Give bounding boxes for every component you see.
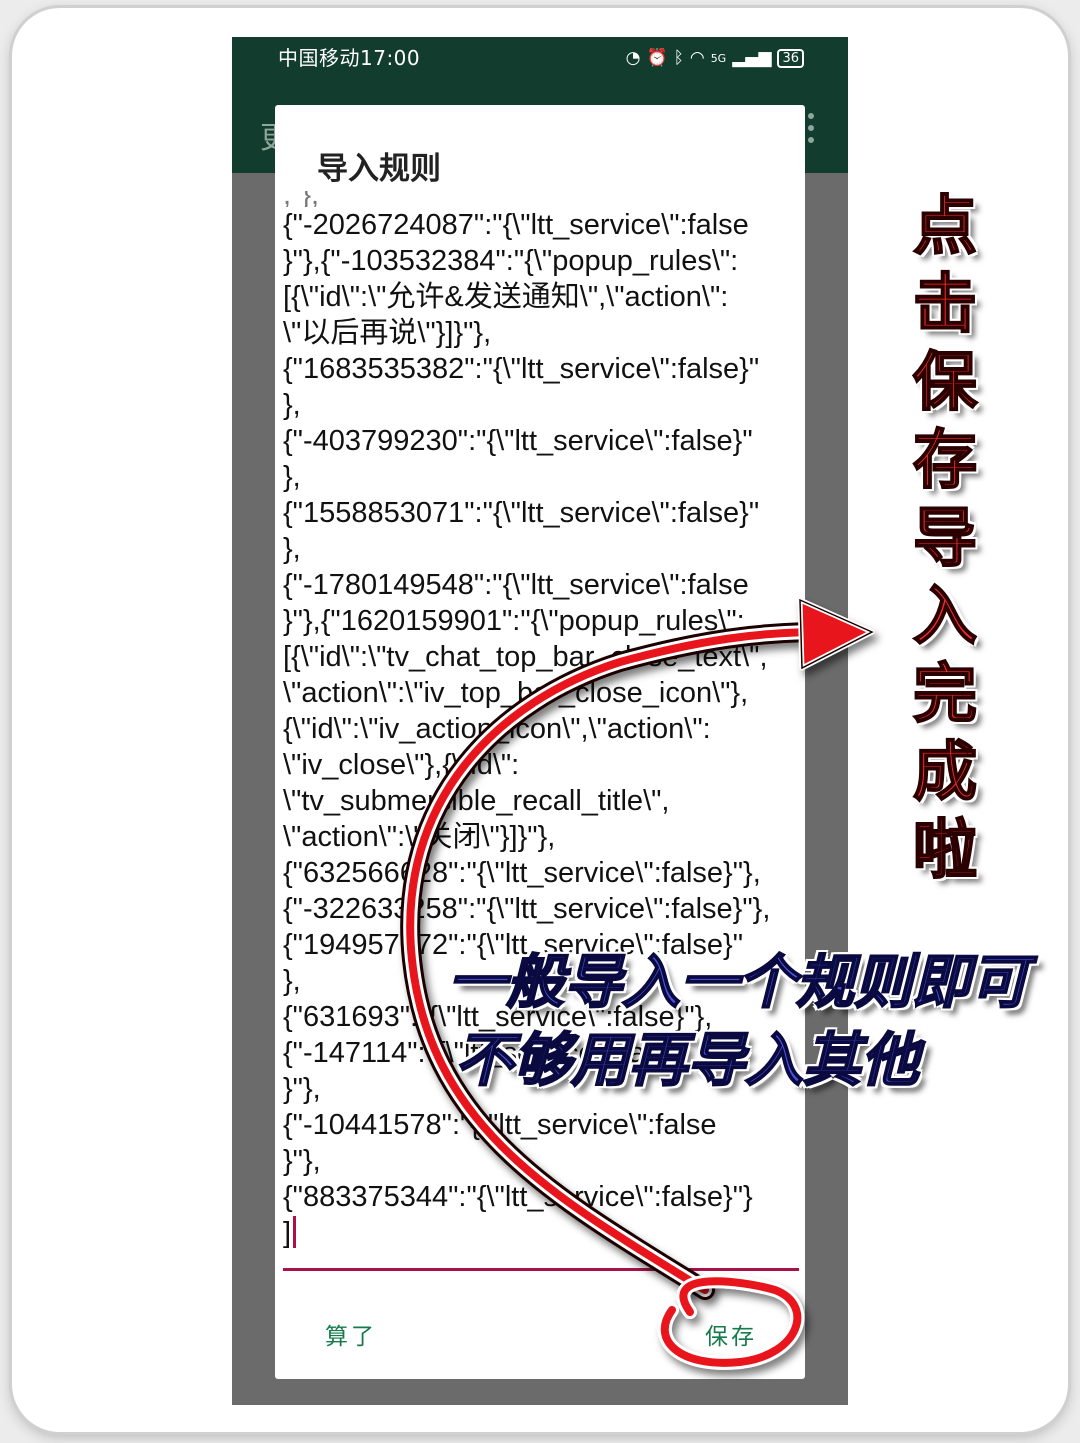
rules-text-input[interactable]: ,"}, {"-2026724087":"{\"ltt_service\":fal… [283,191,799,1266]
cancel-button[interactable]: 算了 [325,1317,377,1351]
signal-icon: ▂▄▆ [732,48,772,68]
editor-line: [{\"id\":\"tv_chat_top_bar_close_text\", [283,641,768,673]
editor-line: [{\"id\":\"允许&发送通知\",\"action\": [283,281,729,313]
more-menu-icon[interactable] [808,113,814,143]
editor-line: {"-10441578":"{\"ltt_service\":false [283,1109,717,1141]
editor-line: {"-1780149548":"{\"ltt_service\":false [283,569,749,601]
status-icons: ◔ ⏰ ᛒ ◠ 5G ▂▄▆ 36 [626,47,804,69]
network-type: 5G [710,51,727,65]
editor-line: \"action\":\"iv_top_bar_close_icon\"}, [283,677,749,709]
caption-line-1: 一般导入一个规则即可 [447,947,1029,1017]
editor-line: {"632566628":"{\"ltt_service\":false}"}, [283,857,761,889]
caption-line-2: 不够用再导入其他 [454,1025,920,1095]
vertical-caption-char: 完 [912,657,978,733]
editor-line: }"},{"1620159901":"{\"popup_rules\": [283,605,745,637]
battery-icon: 36 [777,48,804,68]
editor-line: }, [283,533,301,565]
editor-line: \"以后再说\"}]}"}, [283,317,492,349]
editor-line: }, [283,389,301,421]
status-carrier-time: 中国移动17:00 [278,46,421,70]
editor-line: {"1558853071":"{\"ltt_service\":false}" [283,497,760,529]
save-button[interactable]: 保存 [705,1317,757,1351]
editor-line: {"-2026724087":"{\"ltt_service\":false [283,209,749,241]
wifi-icon: ◠ [689,48,705,68]
speed-icon: ◔ [625,48,641,68]
editor-line: ,"}, [283,191,320,207]
vertical-caption-char: 存 [912,423,978,499]
editor-line: {"883375344":"{\"ltt_service\":false}"} [283,1181,753,1213]
editor-line: }"}, [283,1145,321,1177]
editor-line: \"action\":\"关闭\"}]}"}, [283,821,556,853]
editor-line: }"},{"-103532384":"{\"popup_rules\": [283,245,739,277]
editor-line: {"-403799230":"{\"ltt_service\":false}" [283,425,753,457]
editor-line: {\"id\":\"iv_action_icon\",\"action\": [283,713,711,745]
alarm-icon: ⏰ [646,48,668,68]
editor-line: ] [283,1215,799,1251]
vertical-caption-char: 保 [912,345,978,421]
vertical-caption-char: 入 [912,579,978,655]
editor-line: {"-322633258":"{\"ltt_service\":false}"}… [283,893,771,925]
editor-line: }, [283,461,301,493]
editor-line: {"1683535382":"{\"ltt_service\":false}" [283,353,760,385]
bluetooth-icon: ᛒ [673,48,684,68]
input-underline [283,1268,799,1271]
editor-line: \"tv_submersible_recall_title\", [283,785,670,817]
dialog-title: 导入规则 [317,151,441,187]
vertical-caption-char: 啦 [912,813,978,889]
vertical-caption: 点击保存导入完成啦 [900,188,990,890]
editor-line: \"iv_close\"},{\"id\": [283,749,520,781]
text-cursor [293,1216,297,1248]
vertical-caption-char: 点 [912,189,978,265]
vertical-caption-char: 成 [912,735,978,811]
import-rules-dialog: 导入规则 ,"}, {"-2026724087":"{\"ltt_service\… [275,105,805,1379]
phone-screen: 中国移动17:00 ◔ ⏰ ᛒ ◠ 5G ▂▄▆ 36 更 导入规则 ,"},{… [232,37,848,1405]
vertical-caption-char: 导 [912,501,978,577]
vertical-caption-char: 击 [912,267,978,343]
